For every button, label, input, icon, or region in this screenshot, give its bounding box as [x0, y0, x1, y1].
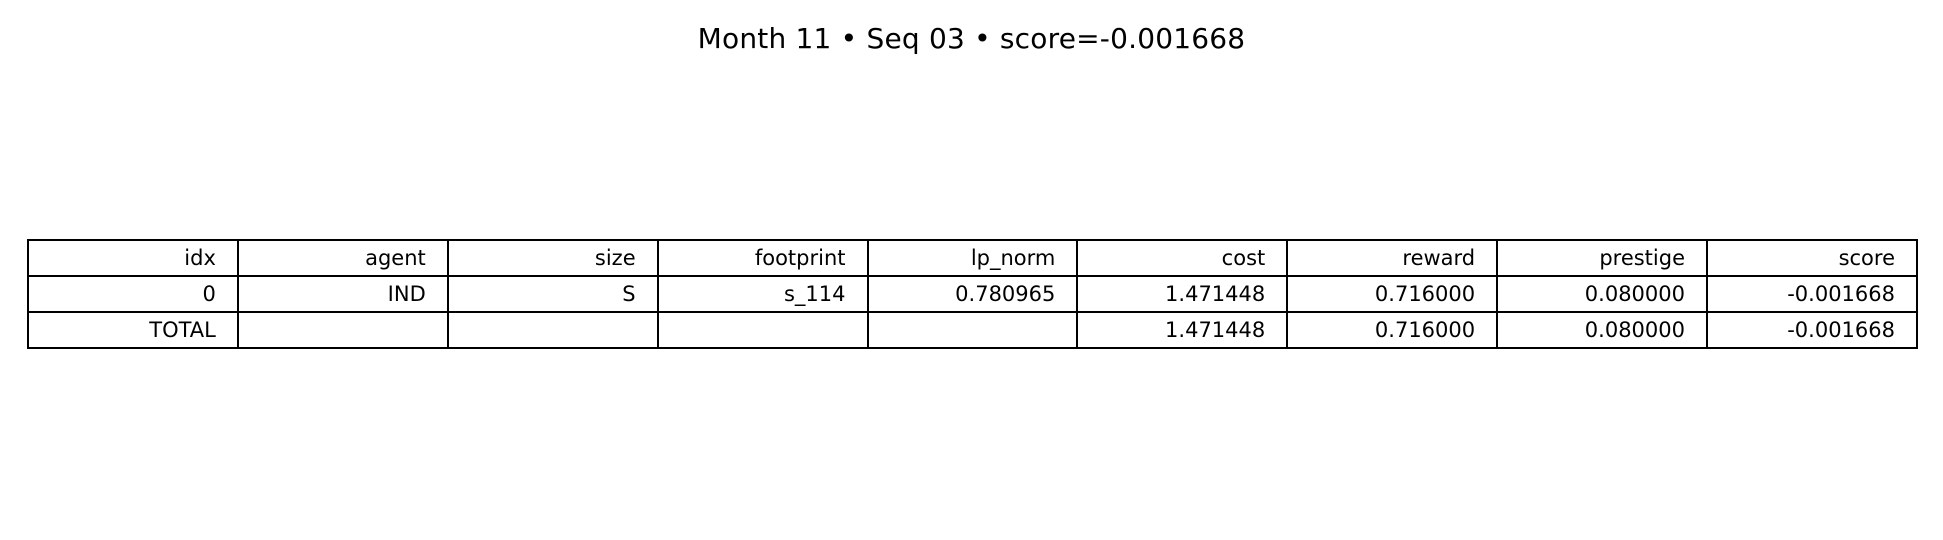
column-header-score: score — [1706, 239, 1918, 277]
cell-size — [446, 311, 659, 349]
column-header-cost: cost — [1076, 239, 1289, 277]
cell-footprint — [656, 311, 869, 349]
cell-reward: 0.716000 — [1286, 275, 1499, 313]
cell-cost: 1.471448 — [1076, 311, 1289, 349]
cell-reward: 0.716000 — [1286, 311, 1499, 349]
column-header-lp-norm: lp_norm — [866, 239, 1079, 277]
cell-score: -0.001668 — [1706, 311, 1918, 349]
column-header-idx: idx — [27, 239, 239, 277]
column-header-footprint: footprint — [656, 239, 869, 277]
total-row: TOTAL 1.471448 0.716000 0.080000 -0.0016… — [27, 311, 1918, 349]
cell-idx: 0 — [27, 275, 239, 313]
cell-cost: 1.471448 — [1076, 275, 1289, 313]
cell-lp-norm: 0.780965 — [866, 275, 1079, 313]
column-header-agent: agent — [236, 239, 449, 277]
cell-agent: IND — [236, 275, 449, 313]
column-header-size: size — [446, 239, 659, 277]
cell-size: S — [446, 275, 659, 313]
column-header-prestige: prestige — [1496, 239, 1708, 277]
cell-prestige: 0.080000 — [1496, 275, 1708, 313]
cell-score: -0.001668 — [1706, 275, 1918, 313]
chart-title: Month 11 • Seq 03 • score=-0.001668 — [697, 22, 1246, 55]
table-row: 0 IND S s_114 0.780965 1.471448 0.716000… — [27, 275, 1918, 313]
column-header-reward: reward — [1286, 239, 1499, 277]
table-body: 0 IND S s_114 0.780965 1.471448 0.716000… — [27, 275, 1918, 349]
header-row: idx agent size footprint lp_norm cost re… — [27, 239, 1918, 277]
cell-prestige: 0.080000 — [1496, 311, 1708, 349]
cell-agent — [236, 311, 449, 349]
cell-footprint: s_114 — [656, 275, 869, 313]
results-table: idx agent size footprint lp_norm cost re… — [27, 239, 1918, 349]
cell-lp-norm — [866, 311, 1079, 349]
table-header: idx agent size footprint lp_norm cost re… — [27, 239, 1918, 277]
cell-idx: TOTAL — [27, 311, 239, 349]
